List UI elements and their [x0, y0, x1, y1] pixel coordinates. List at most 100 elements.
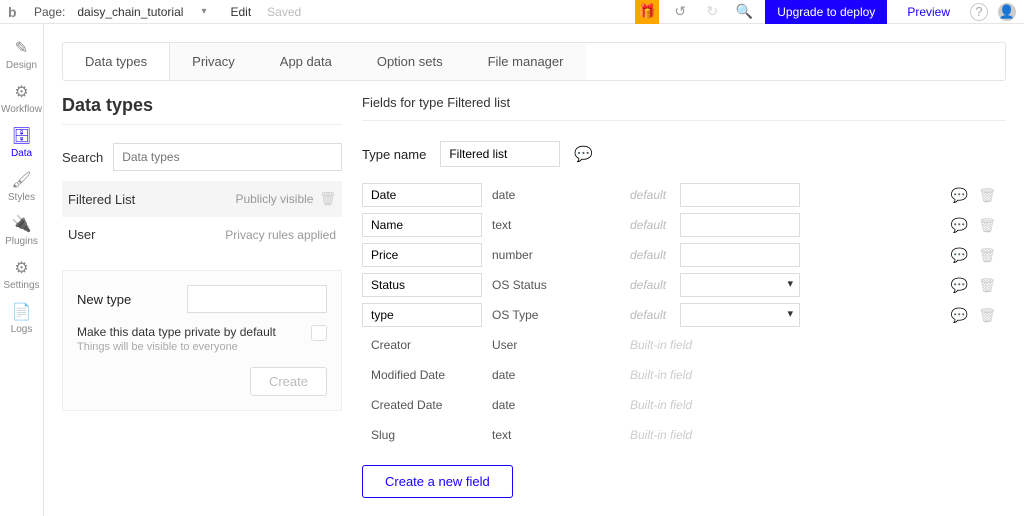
create-type-button[interactable]: Create	[250, 367, 327, 396]
field-type: date	[492, 188, 630, 202]
type-row[interactable]: User Privacy rules applied	[62, 217, 342, 252]
comment-icon[interactable]: 💬	[951, 217, 968, 234]
search-top-icon[interactable]: 🔍	[733, 1, 755, 23]
tab-privacy[interactable]: Privacy	[170, 43, 258, 80]
design-icon: ✎	[15, 41, 28, 57]
tab-option-sets[interactable]: Option sets	[355, 43, 466, 80]
data-tabs: Data typesPrivacyApp dataOption setsFile…	[62, 42, 1006, 81]
field-type: OS Status	[492, 278, 630, 292]
fields-panel: Fields for type Filtered list Type name …	[362, 95, 1006, 498]
tab-data-types[interactable]: Data types	[63, 43, 170, 80]
trash-icon[interactable]: 🗑	[319, 191, 336, 207]
type-row[interactable]: Filtered ListPublicly visible 🗑	[62, 181, 342, 217]
field-name-input[interactable]	[362, 273, 482, 297]
field-type: number	[492, 248, 630, 262]
fields-title: Fields for type Filtered list	[362, 95, 1006, 121]
search-label: Search	[62, 150, 103, 165]
builtin-field-row: CreatorUserBuilt-in field	[362, 331, 1006, 359]
rail-item-logs[interactable]: 📄Logs	[0, 298, 44, 342]
gift-icon[interactable]: 🎁	[635, 0, 659, 24]
new-type-input[interactable]	[187, 285, 327, 313]
field-name: Modified Date	[362, 368, 492, 382]
preview-link[interactable]: Preview	[897, 5, 960, 19]
private-checkbox[interactable]	[311, 325, 327, 341]
trash-icon[interactable]: 🗑	[978, 247, 996, 264]
field-name: Created Date	[362, 398, 492, 412]
rail-label: Plugins	[5, 236, 38, 247]
builtin-label: Built-in field	[630, 368, 692, 382]
field-default-input[interactable]	[680, 243, 800, 267]
field-default-select[interactable]	[680, 273, 800, 297]
undo-icon[interactable]: ↺	[669, 1, 691, 23]
rail-label: Logs	[11, 324, 33, 335]
default-label: default	[630, 278, 680, 292]
default-label: default	[630, 248, 680, 262]
builtin-field-row: Created DatedateBuilt-in field	[362, 391, 1006, 419]
tab-file-manager[interactable]: File manager	[466, 43, 587, 80]
trash-icon[interactable]: 🗑	[978, 217, 996, 234]
field-row: datedefault 💬 🗑	[362, 181, 1006, 209]
trash-icon[interactable]: 🗑	[978, 307, 996, 324]
field-type: text	[492, 428, 630, 442]
default-label: default	[630, 218, 680, 232]
field-name-input[interactable]	[362, 183, 482, 207]
rail-item-workflow[interactable]: ⚙Workflow	[0, 78, 44, 122]
field-row: OS Typedefault 💬 🗑	[362, 301, 1006, 329]
rail-item-data[interactable]: 🗄 Data	[0, 122, 44, 166]
comment-icon[interactable]: 💬	[574, 145, 593, 163]
type-meta: Privacy rules applied	[225, 228, 336, 242]
comment-icon[interactable]: 💬	[951, 247, 968, 264]
trash-icon[interactable]: 🗑	[978, 187, 996, 204]
default-label: default	[630, 188, 680, 202]
trash-icon[interactable]: 🗑	[978, 277, 996, 294]
user-avatar-icon[interactable]: 👤	[998, 3, 1016, 21]
field-type: OS Type	[492, 308, 630, 322]
field-name: Creator	[362, 338, 492, 352]
field-name-input[interactable]	[362, 213, 482, 237]
edit-menu[interactable]: Edit	[230, 5, 251, 19]
default-label: default	[630, 308, 680, 322]
page-name[interactable]: daisy_chain_tutorial	[77, 5, 183, 19]
field-name-input[interactable]	[362, 303, 482, 327]
upgrade-button[interactable]: Upgrade to deploy	[765, 0, 887, 24]
left-rail: ✎ Design ⚙Workflow 🗄 Data 🖌Styles🔌Plugins⚙Set…	[0, 24, 44, 516]
types-title: Data types	[62, 95, 342, 125]
data-icon: 🗄	[11, 129, 31, 145]
search-input[interactable]	[113, 143, 342, 171]
rail-item-settings[interactable]: ⚙Settings	[0, 254, 44, 298]
rail-label: Styles	[8, 192, 35, 203]
rail-label: Design	[6, 60, 37, 71]
field-default-select[interactable]	[680, 303, 800, 327]
comment-icon[interactable]: 💬	[951, 187, 968, 204]
field-row: numberdefault 💬 🗑	[362, 241, 1006, 269]
comment-icon[interactable]: 💬	[951, 307, 968, 324]
type-name: User	[68, 227, 95, 242]
create-field-button[interactable]: Create a new field	[362, 465, 513, 498]
field-name: Slug	[362, 428, 492, 442]
builtin-label: Built-in field	[630, 338, 692, 352]
help-icon[interactable]: ?	[970, 3, 988, 21]
comment-icon[interactable]: 💬	[951, 277, 968, 294]
rail-item-plugins[interactable]: 🔌Plugins	[0, 210, 44, 254]
tab-app-data[interactable]: App data	[258, 43, 355, 80]
rail-item-design[interactable]: ✎ Design	[0, 34, 44, 78]
new-type-label: New type	[77, 292, 131, 307]
save-status: Saved	[267, 5, 301, 19]
private-label: Make this data type private by default	[77, 325, 276, 339]
field-name-input[interactable]	[362, 243, 482, 267]
redo-icon[interactable]: ↻	[701, 1, 723, 23]
builtin-field-row: Modified DatedateBuilt-in field	[362, 361, 1006, 389]
main-area: Data typesPrivacyApp dataOption setsFile…	[44, 24, 1024, 516]
rail-item-styles[interactable]: 🖌Styles	[0, 166, 44, 210]
field-default-input[interactable]	[680, 183, 800, 207]
typename-input[interactable]	[440, 141, 560, 167]
app-logo: b	[8, 4, 24, 20]
rail-label: Data	[11, 148, 32, 159]
field-type: text	[492, 218, 630, 232]
field-default-input[interactable]	[680, 213, 800, 237]
page-dropdown-icon[interactable]: ▾	[201, 6, 206, 17]
top-bar: b Page: daisy_chain_tutorial ▾ Edit Save…	[0, 0, 1024, 24]
builtin-label: Built-in field	[630, 398, 692, 412]
field-type: User	[492, 338, 630, 352]
new-type-box: New type Make this data type private by …	[62, 270, 342, 411]
